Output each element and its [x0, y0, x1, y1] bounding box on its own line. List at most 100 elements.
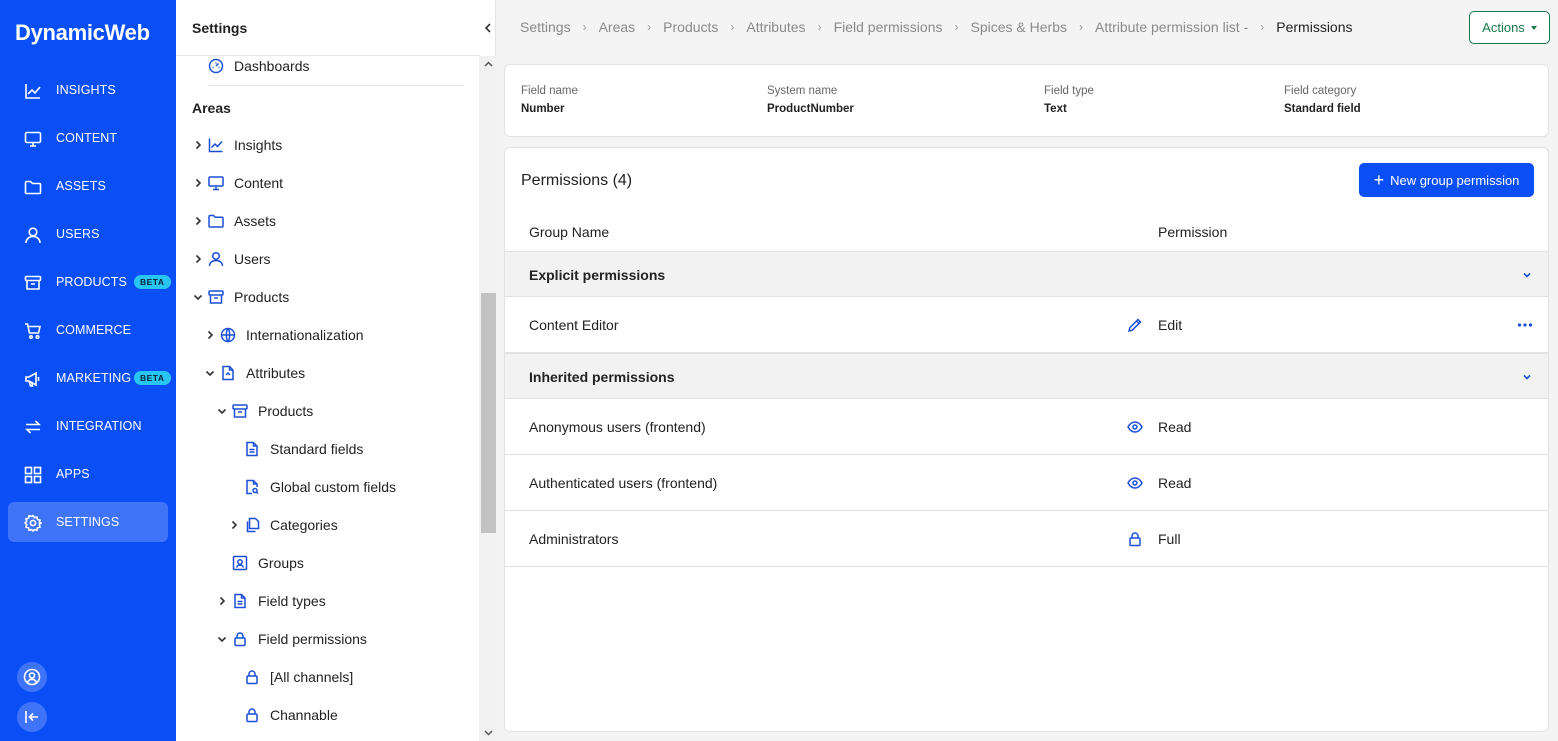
chevron-down-icon[interactable]	[192, 291, 204, 303]
breadcrumb-separator-icon: ›	[954, 20, 959, 34]
dashboard-gauge-icon	[208, 58, 224, 74]
divider	[208, 85, 464, 86]
nav-item-settings[interactable]: SETTINGS	[8, 502, 168, 542]
field-name-value: Number	[521, 103, 565, 115]
pencil-icon	[1127, 317, 1143, 333]
nav-item-apps[interactable]: APPS	[8, 454, 168, 494]
field-type-label: Field type	[1044, 85, 1094, 97]
tree-label: Groups	[258, 555, 304, 571]
tree-item-field-permissions[interactable]: Field permissions	[216, 620, 466, 658]
breadcrumb-separator-icon: ›	[730, 20, 735, 34]
scrollbar-thumb[interactable]	[481, 293, 496, 533]
column-header-permission[interactable]: Permission	[1158, 224, 1227, 240]
tree-label: Field types	[258, 593, 326, 609]
breadcrumb-separator-icon: ›	[582, 20, 587, 34]
app-logo[interactable]: DynamicWeb	[15, 20, 150, 46]
chevron-right-icon[interactable]	[192, 139, 204, 151]
tree-label: Products	[234, 289, 290, 305]
nav-item-integration[interactable]: INTEGRATION	[8, 406, 168, 446]
tree-item-global-custom-fields[interactable]: Global custom fields	[244, 468, 464, 506]
new-group-permission-button[interactable]: + New group permission	[1359, 163, 1534, 197]
chevron-right-icon[interactable]	[192, 253, 204, 265]
nav-item-content[interactable]: CONTENT	[8, 118, 168, 158]
collapse-rail-button[interactable]	[16, 701, 48, 733]
system-name-info: System name ProductNumber	[767, 85, 854, 115]
nav-label: ASSETS	[56, 179, 106, 193]
chevron-right-icon[interactable]	[192, 215, 204, 227]
tree-label: Users	[234, 251, 271, 267]
tree-item-all-channels[interactable]: [All channels]	[244, 658, 464, 696]
tree-item-groups[interactable]: Groups	[232, 544, 462, 582]
nav-label: INSIGHTS	[56, 83, 116, 97]
breadcrumb-separator-icon: ›	[647, 20, 652, 34]
chevron-right-icon[interactable]	[192, 177, 204, 189]
breadcrumb-item[interactable]: Products	[663, 19, 718, 35]
group-name: Administrators	[529, 531, 619, 547]
breadcrumb-item[interactable]: Attribute permission list -	[1095, 19, 1248, 35]
chevron-down-icon[interactable]	[1521, 371, 1533, 383]
document-search-icon	[244, 479, 260, 495]
nav-item-users[interactable]: USERS	[8, 214, 168, 254]
scroll-up-arrow-icon[interactable]	[481, 56, 496, 73]
field-category-value: Standard field	[1284, 103, 1361, 115]
chevron-right-icon[interactable]	[228, 519, 240, 531]
tree-item-dashboards[interactable]: Dashboards	[208, 47, 468, 85]
tree-item-field-types[interactable]: Field types	[216, 582, 466, 620]
tree-scrollbar[interactable]	[479, 56, 496, 741]
breadcrumb-item[interactable]: Attributes	[746, 19, 805, 35]
tree-item-attributes-products[interactable]: Products	[216, 392, 466, 430]
field-name-info: Field name Number	[521, 85, 578, 115]
tree-item-content[interactable]: Content	[192, 164, 462, 202]
tree-item-insights[interactable]: Insights	[192, 126, 462, 164]
field-category-info: Field category Standard field	[1284, 85, 1361, 115]
permission-value: Read	[1158, 419, 1192, 435]
tree-item-users[interactable]: Users	[192, 240, 462, 278]
actions-dropdown-button[interactable]: Actions	[1469, 11, 1550, 44]
chevron-right-icon[interactable]	[216, 595, 228, 607]
breadcrumb-item[interactable]: Areas	[599, 19, 636, 35]
tree-item-assets[interactable]: Assets	[192, 202, 462, 240]
table-row[interactable]: Anonymous users (frontend) Read	[505, 399, 1548, 455]
chevron-right-icon[interactable]	[204, 329, 216, 341]
chevron-down-icon[interactable]	[216, 633, 228, 645]
breadcrumb-item[interactable]: Field permissions	[834, 19, 943, 35]
inherited-permissions-group[interactable]: Inherited permissions	[505, 353, 1548, 399]
nav-item-products[interactable]: PRODUCTS BETA	[8, 262, 171, 302]
new-group-permission-label: New group permission	[1390, 172, 1520, 188]
chevron-down-icon[interactable]	[1521, 269, 1533, 281]
nav-item-marketing[interactable]: MARKETING BETA	[8, 358, 171, 398]
tree-item-channable[interactable]: Channable	[244, 696, 464, 734]
column-header-group-name[interactable]: Group Name	[529, 224, 609, 240]
nav-item-commerce[interactable]: COMMERCE	[8, 310, 168, 350]
tree-item-standard-fields[interactable]: Standard fields	[244, 430, 464, 468]
tree-item-products[interactable]: Products	[192, 278, 462, 316]
chevron-down-icon[interactable]	[204, 367, 216, 379]
nav-label: APPS	[56, 467, 90, 481]
group-heading: Inherited permissions	[529, 369, 675, 385]
areas-heading: Areas	[192, 100, 231, 116]
breadcrumb-item[interactable]: Settings	[520, 19, 571, 35]
chevron-down-icon[interactable]	[216, 405, 228, 417]
table-row[interactable]: Content Editor Edit	[505, 297, 1548, 353]
tree-item-attributes[interactable]: Attributes	[204, 354, 464, 392]
table-row[interactable]: Authenticated users (frontend) Read	[505, 455, 1548, 511]
scroll-down-arrow-icon[interactable]	[481, 724, 496, 741]
more-options-icon[interactable]	[1515, 315, 1535, 335]
document-icon	[232, 593, 248, 609]
explicit-permissions-group[interactable]: Explicit permissions	[505, 251, 1548, 297]
tree-item-categories[interactable]: Categories	[228, 506, 468, 544]
monitor-icon	[24, 130, 42, 148]
table-row[interactable]: Administrators Full	[505, 511, 1548, 567]
eye-icon	[1127, 475, 1143, 491]
nav-item-insights[interactable]: INSIGHTS	[8, 70, 168, 110]
nav-item-assets[interactable]: ASSETS	[8, 166, 168, 206]
nav-label: SETTINGS	[56, 515, 120, 529]
lock-icon	[232, 631, 248, 647]
profile-button[interactable]	[16, 661, 48, 693]
field-type-value: Text	[1044, 103, 1067, 115]
collapse-panel-button[interactable]	[480, 19, 496, 37]
system-name-value: ProductNumber	[767, 103, 854, 115]
breadcrumb-item[interactable]: Spices & Herbs	[971, 19, 1067, 35]
tree-item-internationalization[interactable]: Internationalization	[204, 316, 464, 354]
file-attribute-icon	[220, 365, 236, 381]
